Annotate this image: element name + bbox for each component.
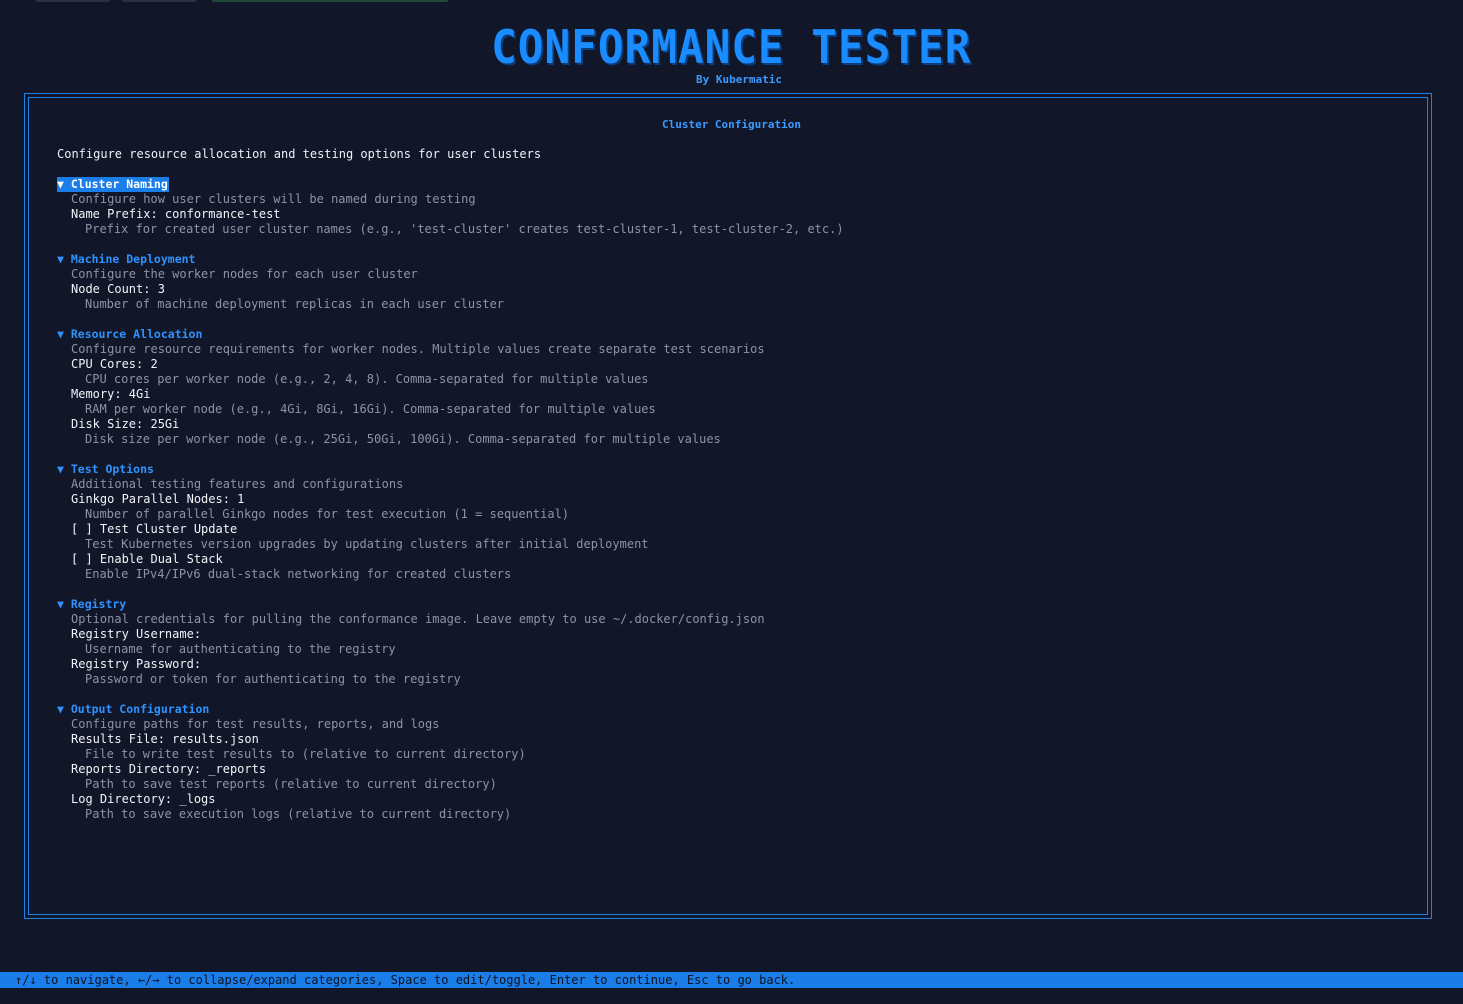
category-description: Optional credentials for pulling the con… — [71, 612, 765, 626]
category-description: Configure resource requirements for work… — [71, 342, 765, 356]
field-results-file[interactable]: Results File: results.json — [71, 732, 259, 747]
app-title-banner: CONFORMANCE TESTER — [0, 22, 1463, 72]
field-memory[interactable]: Memory: 4Gi — [71, 387, 150, 402]
keyboard-help-text: ↑/↓ to navigate, ←/→ to collapse/expand … — [15, 973, 796, 987]
category-output-configuration[interactable]: ▼ Output Configuration — [57, 702, 209, 717]
field-help: Number of machine deployment replicas in… — [85, 297, 505, 311]
field-help: Password or token for authenticating to … — [85, 672, 461, 686]
field-help: CPU cores per worker node (e.g., 2, 4, 8… — [85, 372, 649, 386]
field-help: Prefix for created user cluster names (e… — [85, 222, 844, 236]
field-help: Username for authenticating to the regis… — [85, 642, 396, 656]
field-help: Path to save execution logs (relative to… — [85, 807, 512, 821]
field-help: RAM per worker node (e.g., 4Gi, 8Gi, 16G… — [85, 402, 656, 416]
field-registry-password[interactable]: Registry Password: — [71, 657, 201, 672]
top-tab-2[interactable] — [122, 0, 196, 2]
field-reports-directory[interactable]: Reports Directory: _reports — [71, 762, 266, 777]
category-cluster-naming[interactable]: ▼ Cluster Naming — [57, 177, 169, 192]
checkbox-test-cluster-update[interactable]: [ ] Test Cluster Update — [71, 522, 237, 537]
app-title: CONFORMANCE TESTER — [491, 20, 972, 74]
panel-title: Cluster Configuration — [661, 118, 802, 131]
category-description: Additional testing features and configur… — [71, 477, 404, 491]
field-disk-size[interactable]: Disk Size: 25Gi — [71, 417, 179, 432]
field-help: File to write test results to (relative … — [85, 747, 526, 761]
panel-intro: Configure resource allocation and testin… — [57, 147, 542, 161]
category-machine-deployment[interactable]: ▼ Machine Deployment — [57, 252, 195, 267]
status-bar: ↑/↓ to navigate, ←/→ to collapse/expand … — [0, 972, 1463, 988]
category-test-options[interactable]: ▼ Test Options — [57, 462, 154, 477]
field-cpu-cores[interactable]: CPU Cores: 2 — [71, 357, 158, 372]
field-help: Test Kubernetes version upgrades by upda… — [85, 537, 649, 551]
field-name-prefix[interactable]: Name Prefix: conformance-test — [71, 207, 281, 222]
field-help: Disk size per worker node (e.g., 25Gi, 5… — [85, 432, 721, 446]
category-description: Configure the worker nodes for each user… — [71, 267, 418, 281]
top-tab-1[interactable] — [36, 0, 110, 2]
category-description: Configure how user clusters will be name… — [71, 192, 476, 206]
category-registry[interactable]: ▼ Registry — [57, 597, 126, 612]
field-registry-username[interactable]: Registry Username: — [71, 627, 201, 642]
top-tab-3[interactable] — [212, 0, 448, 2]
field-help: Path to save test reports (relative to c… — [85, 777, 497, 791]
field-help: Enable IPv4/IPv6 dual-stack networking f… — [85, 567, 512, 581]
field-log-directory[interactable]: Log Directory: _logs — [71, 792, 216, 807]
field-ginkgo-parallel-nodes[interactable]: Ginkgo Parallel Nodes: 1 — [71, 492, 244, 507]
field-node-count[interactable]: Node Count: 3 — [71, 282, 165, 297]
category-description: Configure paths for test results, report… — [71, 717, 440, 731]
checkbox-enable-dual-stack[interactable]: [ ] Enable Dual Stack — [71, 552, 223, 567]
field-help: Number of parallel Ginkgo nodes for test… — [85, 507, 570, 521]
app-subtitle: By Kubermatic — [695, 73, 783, 86]
category-resource-allocation[interactable]: ▼ Resource Allocation — [57, 327, 202, 342]
